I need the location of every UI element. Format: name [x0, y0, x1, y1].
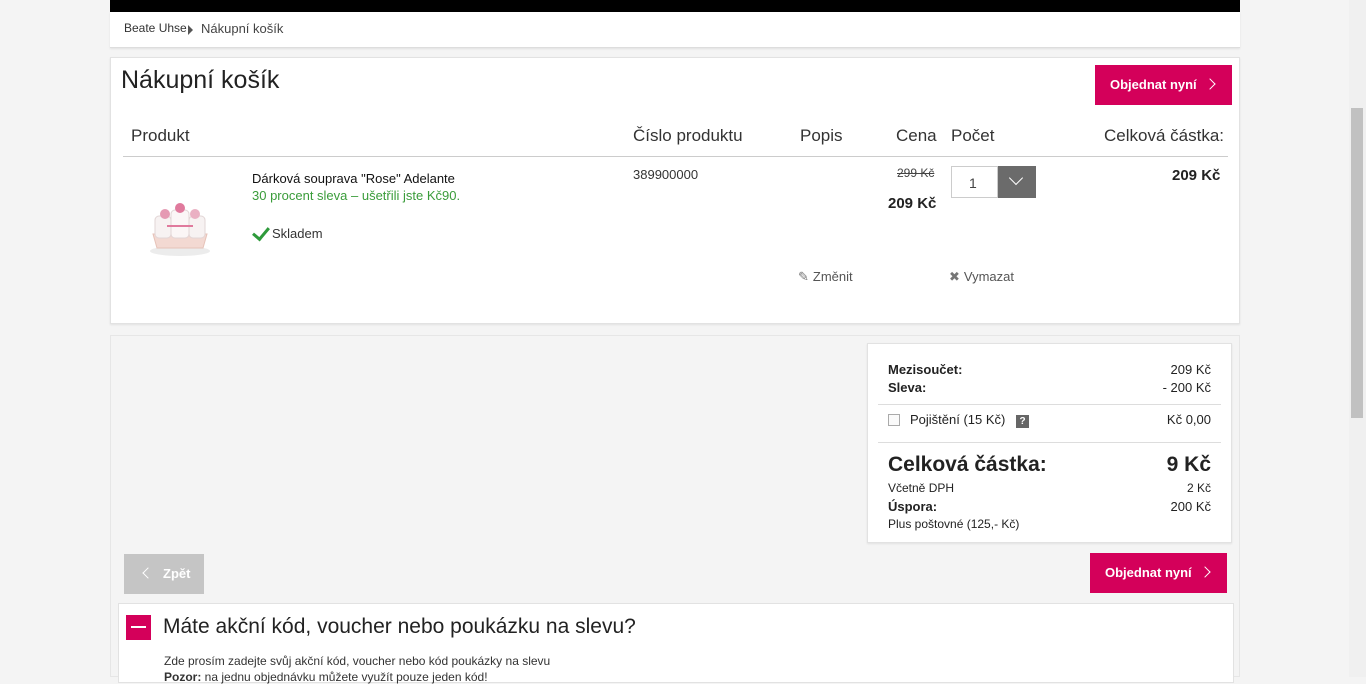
close-icon: ✖ [949, 269, 960, 284]
product-discount-text: 30 procent sleva – ušetřili jste Kč90. [252, 188, 461, 203]
savings-value: 200 Kč [1170, 499, 1211, 514]
insurance-checkbox[interactable] [888, 414, 900, 426]
chevron-right-icon [1199, 566, 1211, 578]
shipping-note: Plus poštovné (125,- Kč) [888, 517, 1020, 531]
chevron-left-icon [142, 567, 154, 579]
order-now-label: Objednat nyní [1110, 77, 1197, 92]
delete-item-link[interactable]: ✖ Vymazat [949, 269, 1014, 285]
top-header-bar [110, 0, 1240, 12]
collapse-icon[interactable] [126, 615, 151, 640]
chevron-right-icon [1204, 78, 1216, 90]
column-header-description: Popis [800, 126, 843, 145]
summary-divider [878, 442, 1221, 443]
grand-total-value: 9 Kč [1166, 453, 1211, 476]
product-image[interactable] [141, 188, 219, 263]
help-icon[interactable]: ? [1016, 415, 1029, 428]
edit-item-label: Změnit [812, 269, 853, 284]
current-price: 209 Kč [888, 195, 937, 212]
page-title: Nákupní košík [121, 66, 280, 94]
summary-divider [878, 404, 1221, 405]
savings-label: Úspora: [888, 499, 938, 514]
chevron-down-icon [1008, 170, 1024, 186]
voucher-note: Pozor: na jednu objednávku můžete využít… [164, 670, 488, 684]
quantity-select[interactable]: 1 [951, 166, 998, 198]
subtotal-value: 209 Kč [1170, 362, 1211, 377]
insurance-value: Kč 0,00 [1166, 412, 1211, 427]
breadcrumb: Beate Uhse Nákupní košík [110, 12, 1240, 48]
order-now-label: Objednat nyní [1105, 565, 1192, 580]
breadcrumb-home-link[interactable]: Beate Uhse [124, 21, 187, 35]
pencil-icon: ✎ [798, 269, 809, 284]
voucher-note-bold: Pozor: [164, 670, 202, 684]
vat-value: 2 Kč [1186, 481, 1211, 495]
voucher-title[interactable]: Máte akční kód, voucher nebo poukázku na… [163, 615, 636, 639]
delete-item-label: Vymazat [963, 269, 1014, 284]
discount-value: - 200 Kč [1162, 380, 1211, 395]
scrollbar-thumb[interactable] [1351, 108, 1363, 418]
back-button-label: Zpět [163, 566, 191, 581]
grand-total-label: Celková částka: [888, 453, 1047, 476]
order-summary: Mezisoučet: 209 Kč Sleva: - 200 Kč Pojiš… [867, 343, 1232, 543]
stock-status-label: Skladem [272, 226, 323, 241]
insurance-label: Pojištění (15 Kč) [910, 412, 1006, 427]
original-price: 299 Kč [897, 166, 935, 180]
breadcrumb-current: Nákupní košík [201, 21, 284, 36]
discount-label: Sleva: [888, 380, 927, 395]
column-header-total: Celková částka: [1104, 126, 1224, 145]
product-name-link[interactable]: Dárková souprava "Rose" Adelante [252, 171, 455, 186]
row-total: 209 Kč [1172, 167, 1221, 184]
table-divider [123, 156, 1228, 157]
order-now-button-bottom[interactable]: Objednat nyní [1090, 553, 1227, 593]
column-header-quantity: Počet [951, 126, 995, 145]
stock-status: Skladem [252, 222, 323, 242]
voucher-section: Máte akční kód, voucher nebo poukázku na… [118, 603, 1234, 684]
summary-panel: Mezisoučet: 209 Kč Sleva: - 200 Kč Pojiš… [110, 335, 1240, 684]
column-header-price: Cena [896, 126, 937, 145]
product-number: 389900000 [633, 167, 699, 182]
column-header-product-number: Číslo produktu [633, 126, 743, 145]
checkmark-icon [252, 222, 270, 242]
column-header-product: Produkt [131, 126, 190, 145]
voucher-instructions: Zde prosím zadejte svůj akční kód, vouch… [164, 654, 551, 668]
voucher-note-text: na jednu objednávku můžete využít pouze … [201, 670, 488, 684]
order-now-button-top[interactable]: Objednat nyní [1095, 65, 1232, 105]
quantity-dropdown-button[interactable] [998, 166, 1036, 198]
vat-label: Včetně DPH [888, 481, 955, 495]
breadcrumb-separator-icon [188, 25, 193, 35]
back-button[interactable]: Zpět [124, 554, 204, 594]
subtotal-label: Mezisoučet: [888, 362, 963, 377]
edit-item-link[interactable]: ✎ Změnit [798, 269, 853, 285]
cart-panel: Nákupní košík Objednat nyní Produkt Čísl… [110, 57, 1240, 324]
